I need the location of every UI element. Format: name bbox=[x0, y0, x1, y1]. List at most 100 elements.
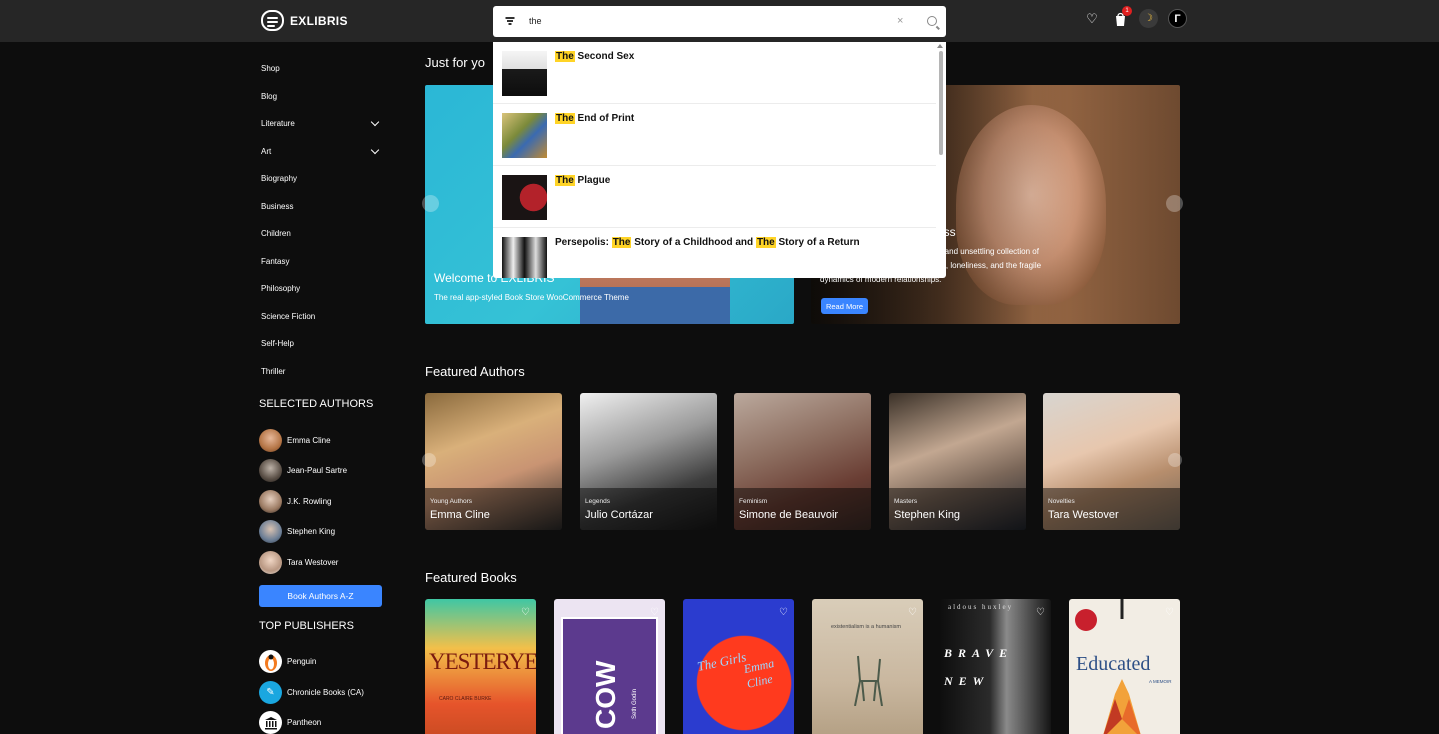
author-avatar bbox=[259, 459, 282, 483]
book-authors-az-button[interactable]: Book Authors A-Z bbox=[259, 584, 382, 607]
featured-authors-heading: Featured Authors bbox=[425, 364, 525, 379]
search-result-title: The Second Sex bbox=[555, 51, 635, 62]
book-card-purple-cow[interactable]: COW Seth Godin ♡ bbox=[554, 599, 665, 734]
search-results-dropdown: The Second Sex The End of Print The Plag… bbox=[493, 42, 946, 278]
category-children[interactable]: Children bbox=[259, 220, 383, 248]
category-philosophy[interactable]: Philosophy bbox=[259, 275, 383, 303]
filter-icon[interactable] bbox=[504, 15, 516, 27]
book-cover-author: Emma Cline bbox=[742, 656, 776, 691]
sidebar-author-tara-westover[interactable]: Tara Westover bbox=[259, 547, 383, 578]
author-tag: Young Authors bbox=[430, 498, 473, 505]
pencil-illustration bbox=[1103, 599, 1141, 734]
header-actions: ♡ 1 ☽ Г bbox=[1083, 5, 1187, 28]
dropdown-scrollbar[interactable] bbox=[937, 42, 945, 278]
dark-mode-moon-icon[interactable]: ☽ bbox=[1139, 9, 1158, 28]
wishlist-heart-icon[interactable]: ♡ bbox=[908, 607, 917, 618]
book-cover-title: COW bbox=[590, 660, 621, 729]
clear-search-icon[interactable]: × bbox=[897, 15, 903, 27]
wishlist-heart-icon[interactable]: ♡ bbox=[521, 607, 530, 618]
sidebar: Shop Blog Literature Art Biography Busin… bbox=[259, 55, 383, 734]
author-avatar bbox=[259, 550, 282, 574]
category-business[interactable]: Business bbox=[259, 193, 383, 221]
author-avatar bbox=[259, 489, 282, 513]
featured-author-card-emma-cline[interactable]: Young Authors Emma Cline bbox=[425, 393, 562, 530]
chevron-down-icon[interactable] bbox=[370, 145, 380, 154]
book-cover-author: aldous huxley bbox=[948, 603, 1014, 611]
publisher-pantheon[interactable]: Pantheon bbox=[259, 708, 383, 734]
site-logo[interactable]: EXLIBRIS bbox=[261, 10, 348, 31]
book-thumbnail bbox=[502, 51, 547, 96]
category-science-fiction[interactable]: Science Fiction bbox=[259, 303, 383, 331]
authors-next-arrow[interactable] bbox=[1168, 453, 1182, 467]
wishlist-heart-icon[interactable]: ♡ bbox=[1036, 607, 1045, 618]
book-card-existentialism[interactable]: existentialism is a humanism ♡ bbox=[812, 599, 923, 734]
search-result-item[interactable]: The Second Sex bbox=[493, 42, 936, 104]
publisher-chronicle-books[interactable]: ✎ Chronicle Books (CA) bbox=[259, 677, 383, 708]
search-result-item[interactable]: Persepolis: The Story of a Childhood and… bbox=[493, 228, 936, 278]
wishlist-heart-icon[interactable]: ♡ bbox=[1165, 607, 1174, 618]
scroll-up-arrow-icon[interactable] bbox=[937, 44, 943, 48]
book-cover-title: existentialism is a humanism bbox=[831, 624, 901, 630]
chevron-down-icon[interactable] bbox=[370, 118, 380, 127]
search-bar: × bbox=[493, 6, 946, 37]
book-card-brave-new-world[interactable]: aldous huxley BRAVE NEW ♡ bbox=[940, 599, 1051, 734]
search-icon[interactable] bbox=[927, 16, 937, 26]
category-fantasy[interactable]: Fantasy bbox=[259, 248, 383, 276]
chronicle-logo-icon: ✎ bbox=[259, 680, 282, 704]
wishlist-heart-icon[interactable]: ♡ bbox=[650, 607, 659, 618]
author-tag: Legends bbox=[585, 498, 610, 505]
featured-author-card-tara-westover[interactable]: Novelties Tara Westover bbox=[1043, 393, 1180, 530]
cart-icon[interactable]: 1 bbox=[1111, 5, 1132, 28]
book-card-yesteryear[interactable]: YESTERYEAR CARO CLAIRE BURKE ♡ bbox=[425, 599, 536, 734]
account-avatar[interactable]: Г bbox=[1168, 9, 1187, 28]
category-biography[interactable]: Biography bbox=[259, 165, 383, 193]
author-tag: Feminism bbox=[739, 498, 768, 505]
top-publishers-heading: TOP PUBLISHERS bbox=[259, 619, 354, 632]
sidebar-author-jk-rowling[interactable]: J.K. Rowling bbox=[259, 486, 383, 517]
publisher-penguin[interactable]: Penguin bbox=[259, 647, 383, 678]
featured-author-card-julio-cortazar[interactable]: Legends Julio Cortázar bbox=[580, 393, 717, 530]
book-thumbnail bbox=[502, 237, 547, 278]
hero-subtitle: The real app-styled Book Store WooCommer… bbox=[434, 293, 629, 302]
selected-authors-heading: SELECTED AUTHORS bbox=[259, 398, 374, 410]
category-self-help[interactable]: Self-Help bbox=[259, 330, 383, 358]
scrollbar-thumb[interactable] bbox=[939, 51, 943, 155]
read-more-button[interactable]: Read More bbox=[821, 298, 868, 314]
hero-subtitle-line-2: ire, loneliness, and the fragile bbox=[937, 261, 1042, 270]
search-result-item[interactable]: The Plague bbox=[493, 166, 936, 228]
author-tag: Masters bbox=[894, 498, 918, 505]
wishlist-heart-icon[interactable]: ♡ bbox=[1083, 10, 1101, 28]
search-result-item[interactable]: The End of Print bbox=[493, 104, 936, 166]
menu-logo-icon bbox=[261, 10, 284, 31]
category-shop[interactable]: Shop bbox=[259, 55, 383, 83]
sidebar-author-stephen-king[interactable]: Stephen King bbox=[259, 517, 383, 548]
category-thriller[interactable]: Thriller bbox=[259, 358, 383, 386]
book-cover-subtitle: A MEMOIR bbox=[1149, 679, 1172, 684]
category-literature[interactable]: Literature bbox=[259, 110, 383, 138]
featured-author-card-simone-de-beauvoir[interactable]: Feminism Simone de Beauvoir bbox=[734, 393, 871, 530]
author-avatar bbox=[259, 520, 282, 544]
search-input[interactable] bbox=[529, 12, 879, 30]
author-tag: Novelties bbox=[1048, 498, 1075, 505]
book-cover-title: BRAVE NEW bbox=[944, 646, 1014, 688]
just-for-you-heading: Just for yo bbox=[425, 55, 485, 70]
sidebar-author-emma-cline[interactable]: Emma Cline bbox=[259, 425, 383, 456]
book-card-educated[interactable]: Educated A MEMOIR ♡ bbox=[1069, 599, 1180, 734]
featured-books-heading: Featured Books bbox=[425, 570, 517, 585]
book-thumbnail bbox=[502, 113, 547, 158]
sidebar-author-jean-paul-sartre[interactable]: Jean-Paul Sartre bbox=[259, 456, 383, 487]
author-name: Emma Cline bbox=[430, 509, 490, 521]
category-art[interactable]: Art bbox=[259, 138, 383, 166]
pantheon-logo-icon bbox=[259, 711, 282, 734]
penguin-logo-icon bbox=[259, 650, 282, 674]
featured-author-card-stephen-king[interactable]: Masters Stephen King bbox=[889, 393, 1026, 530]
book-card-the-girls[interactable]: The Girls Emma Cline ♡ bbox=[683, 599, 794, 734]
wishlist-heart-icon[interactable]: ♡ bbox=[779, 607, 788, 618]
book-cover-title: The Girls bbox=[695, 649, 748, 674]
slider-prev-arrow[interactable] bbox=[422, 195, 439, 212]
category-blog[interactable]: Blog bbox=[259, 83, 383, 111]
authors-prev-arrow[interactable] bbox=[422, 453, 436, 467]
slider-next-arrow[interactable] bbox=[1166, 195, 1183, 212]
author-name: Simone de Beauvoir bbox=[739, 509, 839, 521]
search-result-title: The End of Print bbox=[555, 113, 635, 124]
